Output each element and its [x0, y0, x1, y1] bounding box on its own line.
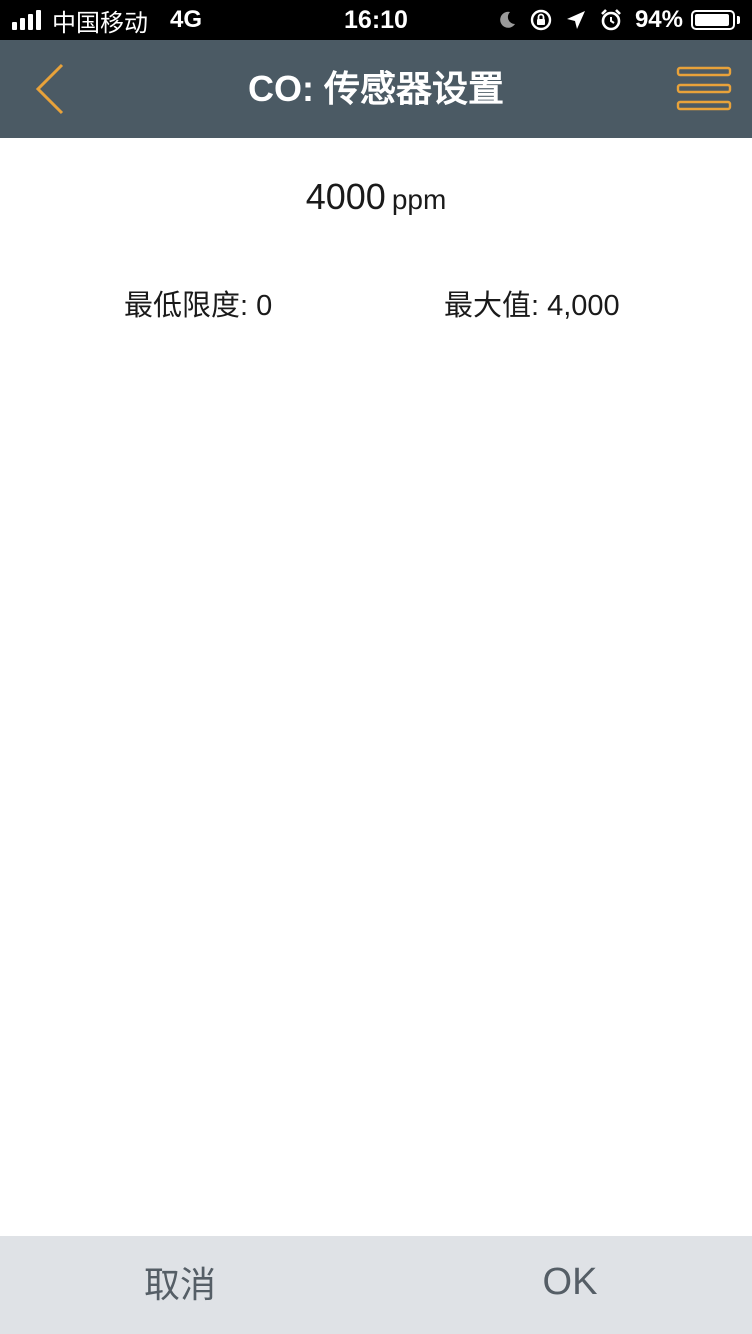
- back-button[interactable]: [20, 60, 80, 118]
- menu-button[interactable]: [674, 62, 734, 116]
- action-bar: 取消 OK: [0, 1236, 752, 1334]
- moon-icon: [497, 10, 517, 30]
- navigation-bar: CO: 传感器设置: [0, 40, 752, 138]
- status-right: 94%: [485, 0, 740, 40]
- battery-percent: 94%: [634, 6, 683, 33]
- hamburger-menu-icon: [676, 66, 732, 111]
- orientation-lock-icon: [529, 8, 553, 32]
- location-icon: [565, 9, 587, 31]
- battery-level-fill: [695, 14, 729, 26]
- cancel-button[interactable]: 取消: [80, 1236, 280, 1334]
- battery-icon: [691, 10, 735, 30]
- sensor-value: 4000: [305, 176, 386, 217]
- status-bar: 中国移动 4G 16:10 94%: [0, 0, 752, 40]
- page-title: CO: 传感器设置: [248, 68, 504, 109]
- sensor-value-display: 4000 ppm: [0, 176, 752, 218]
- min-limit-label: 最低限度: 0: [124, 290, 273, 322]
- battery-tip: [737, 16, 740, 24]
- sensor-settings-screen: 中国移动 4G 16:10 94% CO: 传感器设置 4000 ppm 最低限…: [0, 0, 752, 1334]
- sensor-unit: ppm: [391, 184, 447, 215]
- alarm-icon: [599, 8, 623, 32]
- chevron-left-icon: [35, 63, 64, 115]
- ok-button[interactable]: OK: [470, 1236, 670, 1328]
- max-limit-label: 最大值: 4,000: [444, 290, 620, 322]
